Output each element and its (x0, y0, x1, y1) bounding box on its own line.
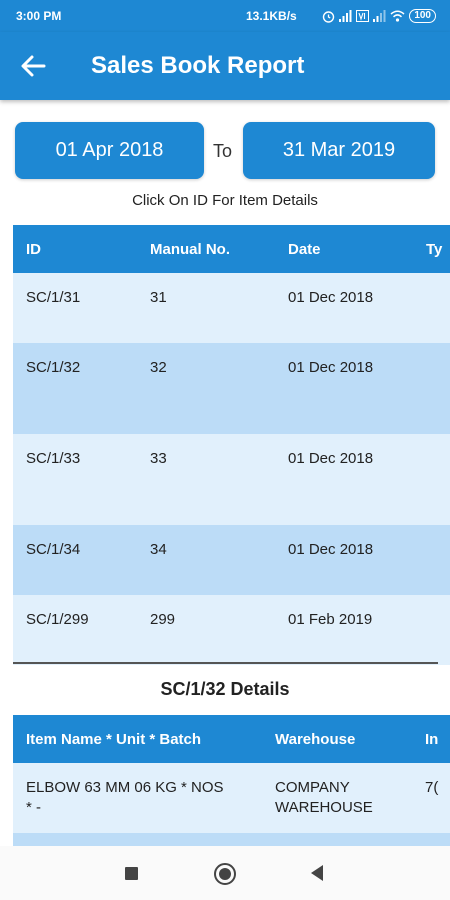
page-title: Sales Book Report (91, 52, 305, 79)
table-row[interactable]: SC/1/33 33 01 Dec 2018 (13, 434, 450, 525)
row-id[interactable]: SC/1/32 (26, 359, 80, 376)
details-table-header: Item Name * Unit * Batch Warehouse In (13, 715, 450, 763)
network-speed: 13.1KB/s (246, 9, 297, 23)
row-id[interactable]: SC/1/33 (26, 450, 80, 467)
column-header-date: Date (288, 241, 321, 258)
signal-icon (373, 10, 386, 22)
row-date: 01 Feb 2019 (288, 611, 373, 628)
home-icon[interactable] (214, 863, 236, 885)
status-bar: 3:00 PM 13.1KB/s 100 (0, 0, 450, 32)
table-row[interactable]: SC/1/34 34 01 Dec 2018 (13, 525, 450, 595)
app-bar: Sales Book Report (0, 32, 450, 100)
status-icons: 100 (322, 7, 436, 25)
table-divider (13, 662, 438, 664)
item-value: 7( (425, 779, 439, 796)
details-table[interactable]: Item Name * Unit * Batch Warehouse In EL… (13, 715, 450, 847)
hint-text: Click On ID For Item Details (132, 192, 318, 209)
column-header-id: ID (26, 241, 41, 258)
column-header-manual-no: Manual No. (150, 241, 231, 258)
row-id[interactable]: SC/1/31 (26, 289, 80, 306)
row-date: 01 Dec 2018 (288, 450, 374, 467)
signal-icon (339, 10, 352, 22)
column-header-item: Item Name * Unit * Batch (26, 731, 202, 748)
row-date: 01 Dec 2018 (288, 359, 374, 376)
sales-table[interactable]: ID Manual No. Date Ty SC/1/31 31 01 Dec … (13, 225, 450, 665)
sales-table-header: ID Manual No. Date Ty (13, 225, 450, 273)
arrow-left-icon[interactable] (18, 52, 48, 80)
date-separator-label: To (213, 141, 233, 161)
warehouse-line2: WAREHOUSE (275, 799, 373, 816)
row-manual-no: 34 (150, 541, 167, 558)
back-icon[interactable] (311, 865, 323, 881)
item-name-line2: * - (26, 799, 41, 816)
details-title: SC/1/32 Details (160, 679, 290, 699)
table-row[interactable]: SC/1/299 299 01 Feb 2019 (13, 595, 450, 665)
row-date: 01 Dec 2018 (288, 541, 374, 558)
wifi-icon (390, 10, 405, 22)
to-date-button[interactable]: 31 Mar 2019 (243, 122, 435, 179)
table-row[interactable]: SC/1/31 31 01 Dec 2018 (13, 273, 450, 343)
table-row: ELBOW 63 MM 06 KG * NOS * - COMPANY WARE… (13, 763, 450, 833)
alarm-icon (322, 10, 335, 23)
from-date-button[interactable]: 01 Apr 2018 (15, 122, 204, 179)
column-header-warehouse: Warehouse (275, 731, 356, 748)
row-manual-no: 32 (150, 359, 167, 376)
table-row (13, 833, 450, 847)
row-manual-no: 33 (150, 450, 167, 467)
item-name-line1: ELBOW 63 MM 06 KG * NOS (26, 779, 224, 796)
column-header-in: In (425, 731, 439, 748)
system-nav-bar (0, 846, 450, 900)
recents-icon[interactable] (125, 867, 138, 880)
row-manual-no: 31 (150, 289, 167, 306)
table-row[interactable]: SC/1/32 32 01 Dec 2018 (13, 343, 450, 434)
warehouse-line1: COMPANY (275, 779, 350, 796)
battery-icon: 100 (409, 9, 436, 23)
status-time: 3:00 PM (16, 9, 62, 23)
volte-icon (356, 10, 370, 22)
column-header-type: Ty (426, 241, 443, 258)
row-manual-no: 299 (150, 611, 176, 628)
row-id[interactable]: SC/1/34 (26, 541, 80, 558)
row-id[interactable]: SC/1/299 (26, 611, 89, 628)
row-date: 01 Dec 2018 (288, 289, 374, 306)
